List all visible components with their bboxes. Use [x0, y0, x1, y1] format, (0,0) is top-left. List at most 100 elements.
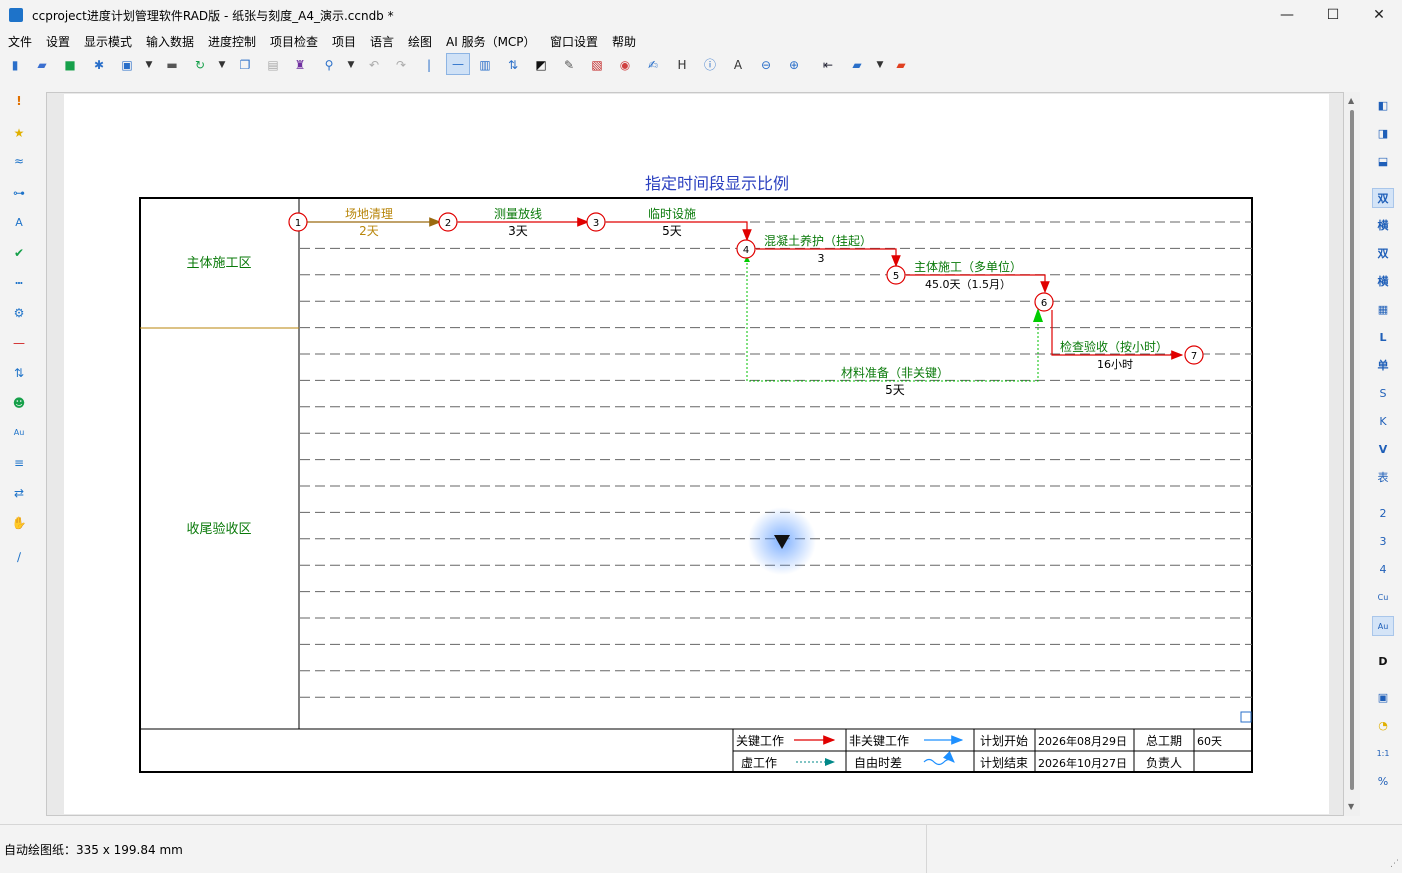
separator-icon: |	[426, 58, 432, 72]
menu-settings[interactable]: 设置	[46, 33, 70, 50]
heading-icon[interactable]: H	[674, 57, 690, 73]
menu-window-settings[interactable]: 窗口设置	[550, 33, 598, 50]
save-icon[interactable]: ■	[62, 57, 78, 73]
open-folder-icon[interactable]: ▰	[34, 57, 50, 73]
text-size-icon[interactable]: A	[10, 214, 28, 232]
hand-icon[interactable]: ✋	[10, 514, 28, 532]
panel-right-icon[interactable]: ◨	[1372, 124, 1394, 144]
drawing-canvas[interactable]: 指定时间段显示比例 主体施工区 收尾验收区 场地清理 2天 测量放线 3天 临时…	[46, 92, 1344, 816]
line-tool-icon[interactable]: —	[446, 53, 470, 75]
menu-help[interactable]: 帮助	[612, 33, 636, 50]
level-3-icon[interactable]: 3	[1372, 532, 1394, 552]
zoom-in-icon[interactable]: ⊕	[786, 57, 802, 73]
percent-icon[interactable]: %	[1372, 772, 1394, 792]
chevron-down-icon[interactable]: ▼	[141, 57, 157, 73]
resize-grip-icon[interactable]: ⋰	[1390, 859, 1399, 869]
menu-file[interactable]: 文件	[8, 33, 32, 50]
text-style-icon[interactable]: A	[730, 57, 746, 73]
d-mode-icon[interactable]: D	[1372, 652, 1394, 672]
activity-arrow-4-5[interactable]	[756, 248, 901, 268]
chevron-down-icon[interactable]: ▼	[872, 57, 888, 73]
chevron-down-icon[interactable]: ▼	[214, 57, 230, 73]
panel-left-icon[interactable]: ◧	[1372, 96, 1394, 116]
undo-icon[interactable]: ↶	[366, 57, 382, 73]
table-icon[interactable]: ▦	[1372, 300, 1394, 320]
frame-icon[interactable]: ▣	[1372, 688, 1394, 708]
ratio-icon[interactable]: 1:1	[1372, 744, 1394, 764]
asterisk-icon[interactable]: ✱	[91, 57, 107, 73]
swap-icon[interactable]: ⇄	[10, 484, 28, 502]
grid-toggle-icon[interactable]: ◩	[533, 57, 549, 73]
pen-icon[interactable]: ∕	[10, 548, 28, 566]
status-separator	[926, 825, 927, 873]
menu-input-data[interactable]: 输入数据	[146, 33, 194, 50]
dots-line-icon[interactable]: ┅	[10, 274, 28, 292]
scroll-down-icon[interactable]: ▼	[1348, 802, 1354, 811]
horizontal-mode-icon[interactable]: 横	[1372, 216, 1394, 236]
info-icon[interactable]: ⓘ	[702, 57, 718, 73]
filter-icon[interactable]: ≡	[10, 454, 28, 472]
v-mode-icon[interactable]: V	[1372, 440, 1394, 460]
activity-name-7: 材料准备（非关键）	[841, 366, 949, 380]
zoom-search-icon[interactable]: ⚲	[321, 57, 337, 73]
check-icon[interactable]: ✔	[10, 244, 28, 262]
sort-icon[interactable]: ⇅	[505, 57, 521, 73]
document-alert-icon[interactable]: ▧	[589, 57, 605, 73]
font-cu-icon[interactable]: Cu	[1372, 588, 1394, 608]
print-icon[interactable]: ▬	[164, 57, 180, 73]
redo-icon[interactable]: ↷	[393, 57, 409, 73]
wave-icon[interactable]: ≈	[10, 152, 28, 170]
edit-note-icon[interactable]: ✍	[645, 57, 661, 73]
scroll-thumb[interactable]	[1350, 110, 1354, 790]
double-mode-icon[interactable]: 双	[1372, 188, 1394, 208]
corner-list-icon[interactable]	[1240, 711, 1252, 723]
red-line-icon[interactable]: —	[10, 334, 28, 352]
vertical-scrollbar[interactable]: ▲ ▼	[1344, 92, 1360, 816]
menu-project-check[interactable]: 项目检查	[270, 33, 318, 50]
brush-icon[interactable]: ✎	[561, 57, 577, 73]
level-2-icon[interactable]: 2	[1372, 504, 1394, 524]
alert-icon[interactable]: !	[10, 92, 28, 110]
minimize-button[interactable]: —	[1264, 0, 1310, 30]
double-plus-icon[interactable]: 双	[1372, 244, 1394, 264]
paste-icon[interactable]: ▤	[265, 57, 281, 73]
level-4-icon[interactable]: 4	[1372, 560, 1394, 580]
copy-icon[interactable]: ❐	[237, 57, 253, 73]
star-icon[interactable]: ★	[10, 124, 28, 142]
red-folder-icon[interactable]: ▰	[893, 57, 909, 73]
maximize-button[interactable]: ☐	[1310, 0, 1356, 30]
single-mode-icon[interactable]: 单	[1372, 356, 1394, 376]
comment-icon[interactable]: ◔	[1372, 716, 1394, 736]
refresh-icon[interactable]: ↻	[192, 57, 208, 73]
export-image-icon[interactable]: ▣	[119, 57, 135, 73]
palette-icon[interactable]: ◉	[617, 57, 633, 73]
sort-lines-icon[interactable]: ⇅	[10, 364, 28, 382]
chevron-down-icon[interactable]: ▼	[343, 57, 359, 73]
k-mode-icon[interactable]: K	[1372, 412, 1394, 432]
menu-language[interactable]: 语言	[370, 33, 394, 50]
zoom-out-icon[interactable]: ⊖	[758, 57, 774, 73]
users-icon[interactable]: ☻	[10, 394, 28, 412]
close-button[interactable]: ✕	[1356, 0, 1402, 30]
menu-progress-control[interactable]: 进度控制	[208, 33, 256, 50]
menu-project[interactable]: 项目	[332, 33, 356, 50]
folder-icon[interactable]: ▰	[849, 57, 865, 73]
legend-float-wave	[923, 750, 955, 766]
l-mode-icon[interactable]: L	[1372, 328, 1394, 348]
horizontal-plus-icon[interactable]: 横	[1372, 272, 1394, 292]
menu-drawing[interactable]: 绘图	[408, 33, 432, 50]
collapse-icon[interactable]: ⇤	[820, 57, 836, 73]
key-icon[interactable]: ⊶	[10, 184, 28, 202]
scroll-up-icon[interactable]: ▲	[1348, 96, 1354, 105]
menu-ai-service[interactable]: AI 服务（MCP）	[446, 33, 536, 50]
format-painter-icon[interactable]: ♜	[292, 57, 308, 73]
panel-bottom-icon[interactable]: ⬓	[1372, 152, 1394, 172]
font-au-icon[interactable]: Au	[10, 424, 28, 442]
menu-display-mode[interactable]: 显示模式	[84, 33, 132, 50]
table-mode-icon[interactable]: 表	[1372, 468, 1394, 488]
new-file-icon[interactable]: ▮	[7, 57, 23, 73]
font-au-icon[interactable]: Au	[1372, 616, 1394, 636]
s-mode-icon[interactable]: S	[1372, 384, 1394, 404]
gear-icon[interactable]: ⚙	[10, 304, 28, 322]
columns-icon[interactable]: ▥	[477, 57, 493, 73]
